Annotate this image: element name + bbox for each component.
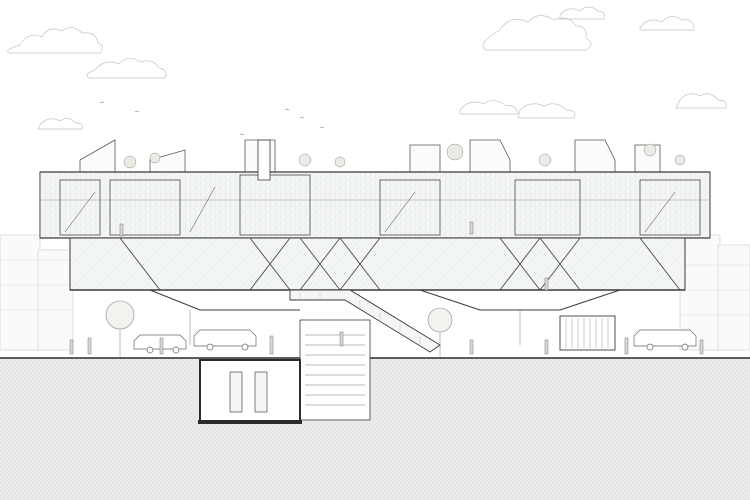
ground-hatch bbox=[0, 357, 750, 500]
sky-clouds bbox=[7, 6, 727, 130]
basement-storage-room bbox=[198, 359, 302, 424]
birds bbox=[99, 101, 325, 136]
architectural-section bbox=[0, 0, 750, 500]
middle-truss-floor bbox=[69, 237, 686, 291]
rooftop-gardens bbox=[79, 139, 686, 173]
shipping-container-kiosk bbox=[559, 315, 616, 351]
section-drawing-canvas bbox=[0, 6, 750, 500]
basement-stair bbox=[299, 319, 371, 421]
